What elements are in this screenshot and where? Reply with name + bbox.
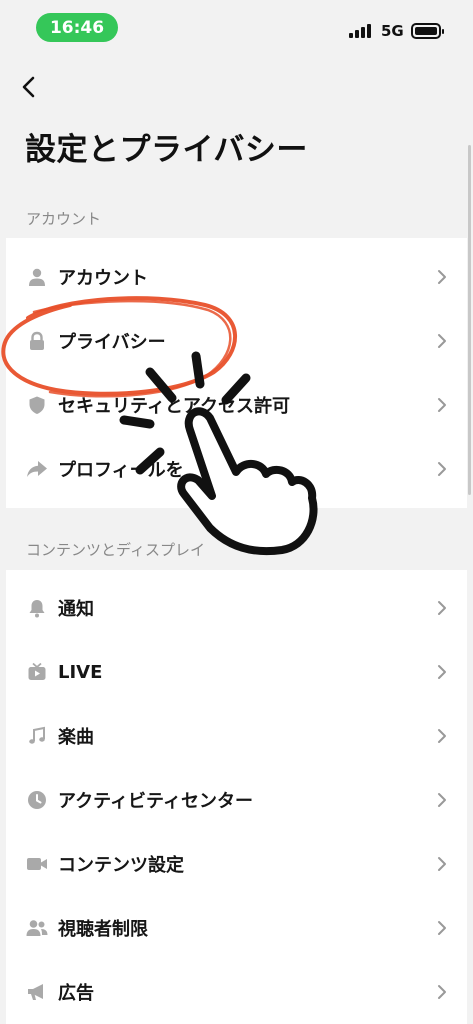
chevron-right-icon — [438, 921, 446, 935]
music-note-icon — [26, 725, 48, 747]
content-display-card: 通知 LIVE 楽曲 アクティビティセンター コンテンツ設定 視聴者制限 広告 — [6, 570, 467, 1024]
scroll-indicator[interactable] — [468, 145, 471, 495]
megaphone-icon — [26, 981, 48, 1003]
chevron-right-icon — [438, 398, 446, 412]
chevron-right-icon — [438, 985, 446, 999]
settings-row-content-preferences[interactable]: コンテンツ設定 — [6, 832, 467, 896]
tv-icon — [26, 661, 48, 683]
chevron-right-icon — [438, 857, 446, 871]
video-camera-icon — [26, 853, 48, 875]
bell-icon — [26, 597, 48, 619]
settings-row-label: セキュリティとアクセス許可 — [58, 396, 291, 417]
page-title: 設定とプライバシー — [25, 132, 308, 168]
settings-row-label: アカウント — [58, 268, 148, 289]
settings-row-music[interactable]: 楽曲 — [6, 704, 467, 768]
settings-row-label: プライバシー — [58, 332, 166, 353]
shield-icon — [26, 394, 48, 416]
settings-row-privacy[interactable]: プライバシー — [6, 309, 467, 373]
settings-row-activity-center[interactable]: アクティビティセンター — [6, 768, 467, 832]
status-bar: 16:46 5G — [0, 0, 473, 56]
chevron-right-icon — [438, 334, 446, 348]
chevron-right-icon — [438, 793, 446, 807]
chevron-right-icon — [438, 665, 446, 679]
settings-row-account[interactable]: アカウント — [6, 245, 467, 309]
settings-row-label: アクティビティセンター — [58, 791, 253, 812]
status-time: 16:46 — [36, 13, 118, 42]
clock-icon — [26, 789, 48, 811]
chevron-right-icon — [438, 462, 446, 476]
signal-icon — [349, 24, 373, 38]
chevron-right-icon — [438, 270, 446, 284]
people-icon — [26, 917, 48, 939]
settings-row-label: 視聴者制限 — [58, 919, 148, 940]
section-header-account: アカウント — [26, 210, 102, 228]
settings-row-label: 楽曲 — [58, 727, 94, 748]
battery-icon — [411, 23, 444, 39]
lock-icon — [26, 330, 48, 352]
back-chevron-icon — [22, 76, 35, 98]
person-icon — [26, 266, 48, 288]
settings-row-ads[interactable]: 広告 — [6, 960, 467, 1024]
settings-row-live[interactable]: LIVE — [6, 640, 467, 704]
network-label: 5G — [381, 22, 404, 40]
settings-row-label: 通知 — [58, 599, 94, 620]
section-header-content-display: コンテンツとディスプレイ — [26, 541, 205, 559]
settings-row-security[interactable]: セキュリティとアクセス許可 — [6, 373, 467, 437]
account-settings-card: アカウント プライバシー セキュリティとアクセス許可 プロフィールを — [6, 238, 467, 508]
settings-row-notifications[interactable]: 通知 — [6, 576, 467, 640]
settings-row-label: プロフィールを — [58, 460, 184, 481]
chevron-right-icon — [438, 601, 446, 615]
settings-row-label: 広告 — [58, 983, 94, 1004]
chevron-right-icon — [438, 729, 446, 743]
settings-row-label: LIVE — [58, 661, 103, 683]
settings-row-label: コンテンツ設定 — [58, 855, 184, 876]
back-button[interactable] — [12, 70, 46, 104]
share-arrow-icon — [26, 458, 48, 480]
settings-row-audience-controls[interactable]: 視聴者制限 — [6, 896, 467, 960]
settings-row-share-profile[interactable]: プロフィールを — [6, 437, 467, 501]
